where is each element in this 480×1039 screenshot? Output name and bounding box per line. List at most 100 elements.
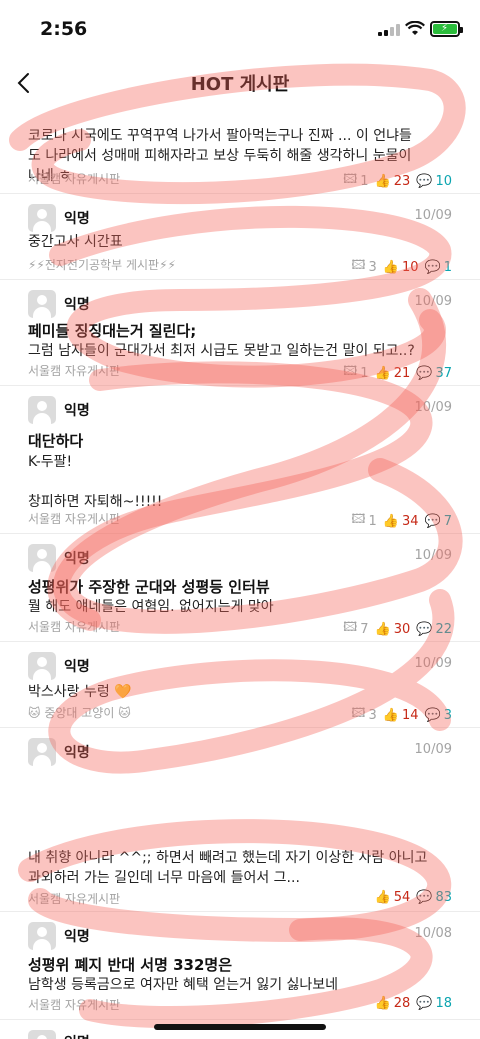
comment-count: 83 [435, 890, 452, 905]
like-count: 34 [401, 513, 419, 529]
image-icon: 🖾 [343, 364, 358, 379]
post-body: 그럼 남자들이 군대가서 최저 시급도 못받고 일하는건 말이 되고..? [28, 343, 415, 359]
post-date: 10/09 [414, 742, 452, 757]
image-icon: 🖾 [351, 512, 366, 527]
comment-icon: 💬 [416, 996, 433, 1011]
post-board: 서울캠 자유게시판 [28, 172, 121, 186]
post-author: 익명 [64, 929, 90, 945]
comment-icon: 💬 [416, 365, 433, 381]
post-item[interactable]: 익명 10/09 성평위가 주장한 군대와 성평등 인터뷰 뭘 해도 얘네들은 … [0, 534, 480, 642]
post-board: 서울캠 자유게시판 [28, 364, 121, 378]
post-body: 박스사랑 누렁 💛 [28, 684, 132, 700]
post-date: 10/09 [414, 208, 452, 223]
post-title: 페미들 징징대는거 질린다; [28, 322, 197, 340]
thumbs-up-icon: 👍 [382, 513, 399, 529]
post-stats: 👍 28 💬 18 [375, 996, 452, 1011]
wifi-icon [405, 21, 425, 35]
post-item[interactable]: 익명 10/09 박스사랑 누렁 💛 🐱 중앙대 고양이 🐱 🖾 3 👍 14 💬 3 [0, 642, 480, 728]
post-item[interactable]: 익명 10/09 페미들 징징대는거 질린다; 그럼 남자들이 군대가서 최저 … [0, 280, 480, 386]
post-author: 익명 [64, 403, 90, 419]
thumbs-up-icon: 👍 [374, 365, 391, 381]
post-date: 10/08 [414, 926, 452, 941]
image-count: 1 [360, 173, 369, 189]
post-body: K-두팔! 창피하면 자퇴해~!!!!! [28, 454, 163, 510]
post-body: 내 취향 아니라 ^^;; 하면서 빼려고 했는데 자기 이상한 사람 아니고 … [28, 850, 428, 886]
thumbs-up-icon: 👍 [382, 707, 399, 723]
comment-icon: 💬 [424, 259, 441, 275]
post-author: 익명 [64, 1032, 90, 1039]
post-stats: 🖾 1 👍 23 💬 10 [343, 170, 452, 192]
thumbs-up-icon: 👍 [374, 890, 391, 905]
avatar [28, 204, 56, 232]
like-count: 54 [393, 890, 411, 905]
post-author: 익명 [64, 745, 90, 761]
battery-icon: ⚡ [430, 21, 463, 37]
image-icon: 🖾 [343, 620, 358, 635]
post-author: 익명 [64, 659, 90, 675]
post-item[interactable]: 익명 10/09 대단하다 K-두팔! 창피하면 자퇴해~!!!!! 서울캠 자… [0, 386, 480, 534]
image-count: 1 [360, 365, 369, 381]
post-board: 서울캠 자유게시판 [28, 512, 121, 526]
thumbs-up-icon: 👍 [374, 173, 391, 189]
image-count: 1 [368, 513, 377, 529]
comment-count: 7 [443, 513, 452, 529]
thumbs-up-icon: 👍 [374, 621, 391, 637]
image-icon: 🖾 [351, 258, 366, 273]
avatar [28, 738, 56, 766]
comment-count: 10 [435, 173, 452, 189]
post-item[interactable]: 익명 10/08 성평위 폐지 반대 서명 332명은 남학생 등록금으로 여자… [0, 912, 480, 1020]
status-bar: 2:56 ⚡ [0, 0, 480, 56]
avatar [28, 396, 56, 424]
post-date: 10/09 [414, 400, 452, 415]
comment-icon: 💬 [416, 173, 433, 189]
comment-count: 18 [435, 996, 452, 1011]
image-count: 3 [368, 707, 377, 723]
like-count: 10 [401, 259, 419, 275]
image-icon: 🖾 [351, 706, 366, 721]
thumbs-up-icon: 👍 [374, 996, 391, 1011]
comment-count: 3 [443, 707, 452, 723]
avatar [28, 290, 56, 318]
like-count: 14 [401, 707, 419, 723]
post-stats: 🖾 1 👍 21 💬 37 [343, 362, 452, 384]
post-date: 10/09 [414, 656, 452, 671]
comment-count: 37 [435, 365, 452, 381]
post-board: 서울캠 자유게시판 [28, 892, 121, 906]
post-body: 뭘 해도 얘네들은 여혐임. 없어지는게 맞아 [28, 599, 274, 615]
post-date: 10/09 [414, 294, 452, 309]
post-body: 남학생 등록금으로 여자만 혜택 얻는거 잃기 싫나보네 [28, 977, 339, 993]
comment-count: 1 [443, 259, 452, 275]
avatar [28, 922, 56, 950]
post-stats: 🖾 1 👍 34 💬 7 [351, 510, 452, 532]
comment-icon: 💬 [424, 707, 441, 723]
like-count: 28 [393, 996, 411, 1011]
post-stats: 🖾 3 👍 14 💬 3 [351, 704, 452, 726]
status-time: 2:56 [40, 18, 88, 40]
home-indicator [154, 1024, 326, 1030]
image-icon: 🖾 [343, 172, 358, 187]
signal-icon [378, 24, 402, 36]
image-count: 3 [368, 259, 377, 275]
post-item[interactable]: 익명 10/09 내 취향 아니라 ^^;; 하면서 빼려고 했는데 자기 이상… [0, 728, 480, 912]
comment-count: 22 [435, 621, 452, 637]
post-author: 익명 [64, 551, 90, 567]
image-count: 7 [360, 621, 369, 637]
post-body: 중간고사 시간표 [28, 234, 123, 250]
post-author: 익명 [64, 297, 90, 313]
post-board: ⚡⚡전자전기공학부 게시판⚡⚡ [28, 258, 176, 272]
post-item[interactable]: 익명 10/09 중간고사 시간표 ⚡⚡전자전기공학부 게시판⚡⚡ 🖾 3 👍 10… [0, 194, 480, 280]
comment-icon: 💬 [416, 890, 433, 905]
avatar [28, 544, 56, 572]
post-title: 성평위 폐지 반대 서명 332명은 [28, 956, 233, 974]
post-stats: 👍 54 💬 83 [375, 890, 452, 905]
post-board: 🐱 중앙대 고양이 🐱 [28, 706, 131, 720]
post-author: 익명 [64, 211, 90, 227]
post-board: 서울캠 자유게시판 [28, 620, 121, 634]
post-title: 성평위가 주장한 군대와 성평등 인터뷰 [28, 578, 270, 596]
post-stats: 🖾 7 👍 30 💬 22 [343, 618, 452, 640]
post-date: 10/09 [414, 548, 452, 563]
post-item[interactable]: 코로나 시국에도 꾸역꾸역 나가서 팔아먹는구나 진짜 ... 이 언냐들 도 … [0, 108, 480, 194]
thumbs-up-icon: 👍 [382, 259, 399, 275]
post-board: 서울캠 자유게시판 [28, 998, 121, 1012]
comment-icon: 💬 [416, 621, 433, 637]
